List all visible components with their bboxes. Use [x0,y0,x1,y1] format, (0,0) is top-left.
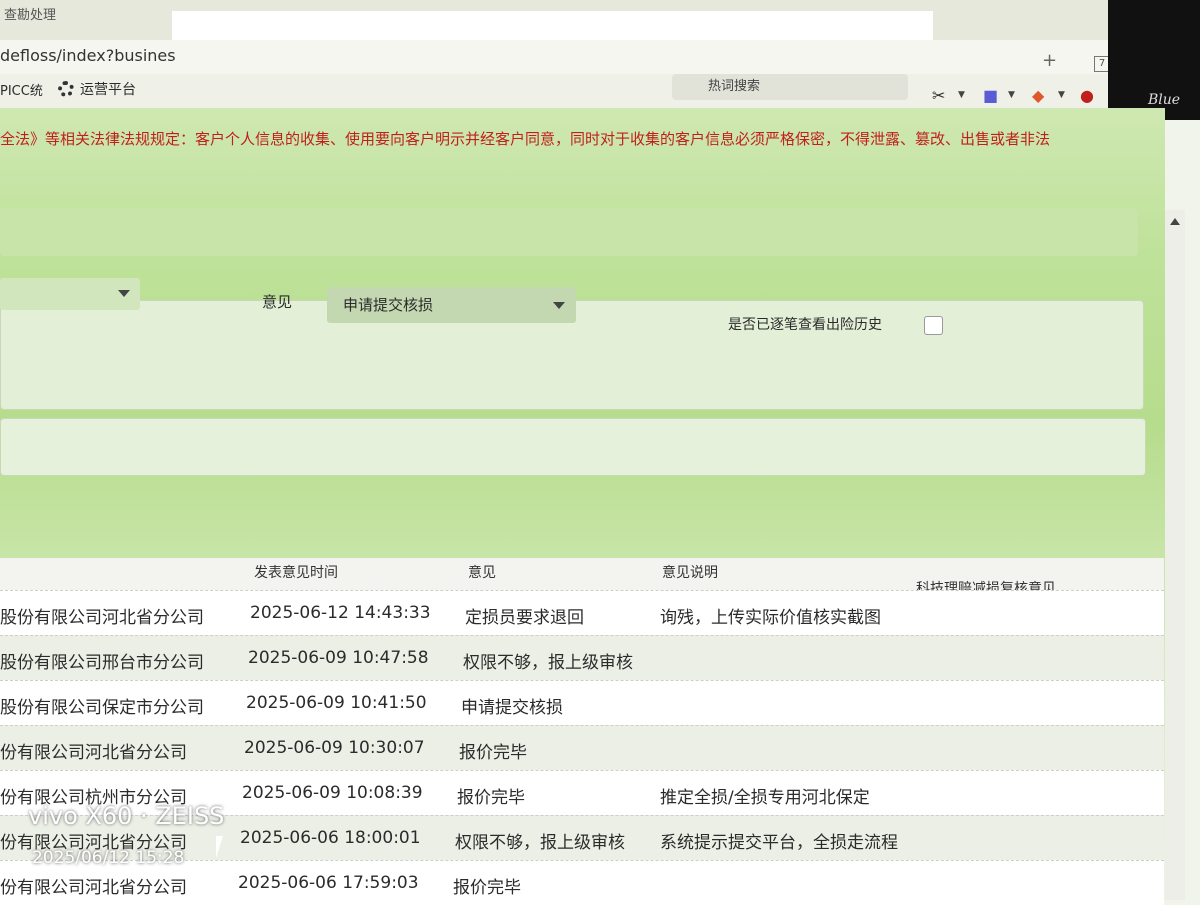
opinion-label: 意见 [262,293,293,311]
bookmark-picc[interactable]: PICC统 [0,80,43,99]
cell-opinion: 报价完毕 [459,743,527,763]
cell-org: 份有限公司河北省分公司 [0,878,187,898]
opinion-select[interactable]: 申请提交核损 [327,287,576,323]
history-checked-label: 是否已逐笔查看出险历史 [728,317,882,333]
camera-watermark: vivo X60 · ZEISS [28,802,225,830]
scroll-up-icon[interactable] [1170,218,1180,225]
bookmark-ops-platform[interactable]: 运营平台 [58,79,136,99]
cell-time: 2025-06-12 14:43:33 [250,603,431,623]
camera-timestamp: 2025/06/12 15:28 [32,848,185,868]
cell-org: 份有限公司河北省分公司 [0,743,187,763]
cell-opinion: 定损员要求退回 [465,608,584,628]
chevron-down-icon[interactable]: ▼ [1008,90,1015,100]
col-header-desc: 意见说明 [662,565,718,581]
cell-time: 2025-06-09 10:41:50 [246,693,427,713]
history-checked-checkbox[interactable] [924,316,943,335]
chevron-down-icon[interactable]: ▼ [1058,90,1065,100]
table-row[interactable]: 股份有限公司邢台市分公司 2025-06-09 10:47:58 权限不够，报上级审… [0,635,1164,680]
col-header-time: 发表意见时间 [254,565,338,581]
tab-title[interactable]: 查勘处理 [4,4,56,23]
cell-time: 2025-06-09 10:08:39 [242,783,423,803]
camera-brand: Blue [1148,92,1181,108]
cell-org: 股份有限公司邢台市分公司 [0,653,204,673]
remark-textarea[interactable] [0,418,1146,476]
left-dropdown[interactable] [0,278,140,310]
cell-opinion: 申请提交核损 [461,698,563,718]
extension-icon[interactable]: ■ [983,86,998,105]
cell-opinion: 权限不够，报上级审核 [463,653,633,673]
scissors-icon[interactable]: ✂ [932,86,945,105]
gamepad-icon[interactable]: ● [1080,86,1094,105]
cell-opinion: 报价完毕 [453,878,521,898]
table-row[interactable]: 股份有限公司保定市分公司 2025-06-09 10:41:50 申请提交核损 [0,680,1164,725]
opinion-select-value: 申请提交核损 [343,296,434,314]
url-text[interactable]: defloss/index?busines [0,46,176,65]
cell-org: 股份有限公司保定市分公司 [0,698,204,718]
scrollbar[interactable] [1165,210,1185,900]
cell-desc: 推定全损/全损专用河北保定 [660,788,870,808]
chevron-down-icon [553,302,565,309]
form-band [0,208,1138,256]
cell-desc: 询残，上传实际价值核实截图 [660,608,881,628]
privacy-notice: 全法》等相关法律法规规定：客户个人信息的收集、使用要向客户明示并经客户同意，同时… [0,130,1051,148]
new-tab-plus-icon[interactable]: + [1042,50,1057,71]
address-bar [0,40,1200,74]
cell-time: 2025-06-06 17:59:03 [238,873,419,893]
cell-time: 2025-06-06 18:00:01 [240,828,421,848]
mouse-cursor-icon [216,836,223,858]
gear-icon [58,81,74,97]
hot-search-box[interactable]: 热词搜索 [672,74,908,100]
table-row[interactable]: 股份有限公司河北省分公司 2025-06-12 14:43:33 定损员要求退回 询残… [0,590,1164,635]
chevron-down-icon [118,290,130,297]
shield-icon[interactable]: ◆ [1032,86,1044,105]
cell-time: 2025-06-09 10:30:07 [244,738,425,758]
table-row[interactable]: 份有限公司河北省分公司 2025-06-09 10:30:07 报价完毕 [0,725,1164,770]
cell-opinion: 权限不够，报上级审核 [455,833,625,853]
cell-org: 股份有限公司河北省分公司 [0,608,204,628]
cell-desc: 系统提示提交平台，全损走流程 [660,833,898,853]
cell-time: 2025-06-09 10:47:58 [248,648,429,668]
bookmark-ops-label: 运营平台 [80,82,136,98]
chevron-down-icon[interactable]: ▼ [958,90,965,100]
col-header-opinion: 意见 [468,565,496,581]
cell-opinion: 报价完毕 [457,788,525,808]
